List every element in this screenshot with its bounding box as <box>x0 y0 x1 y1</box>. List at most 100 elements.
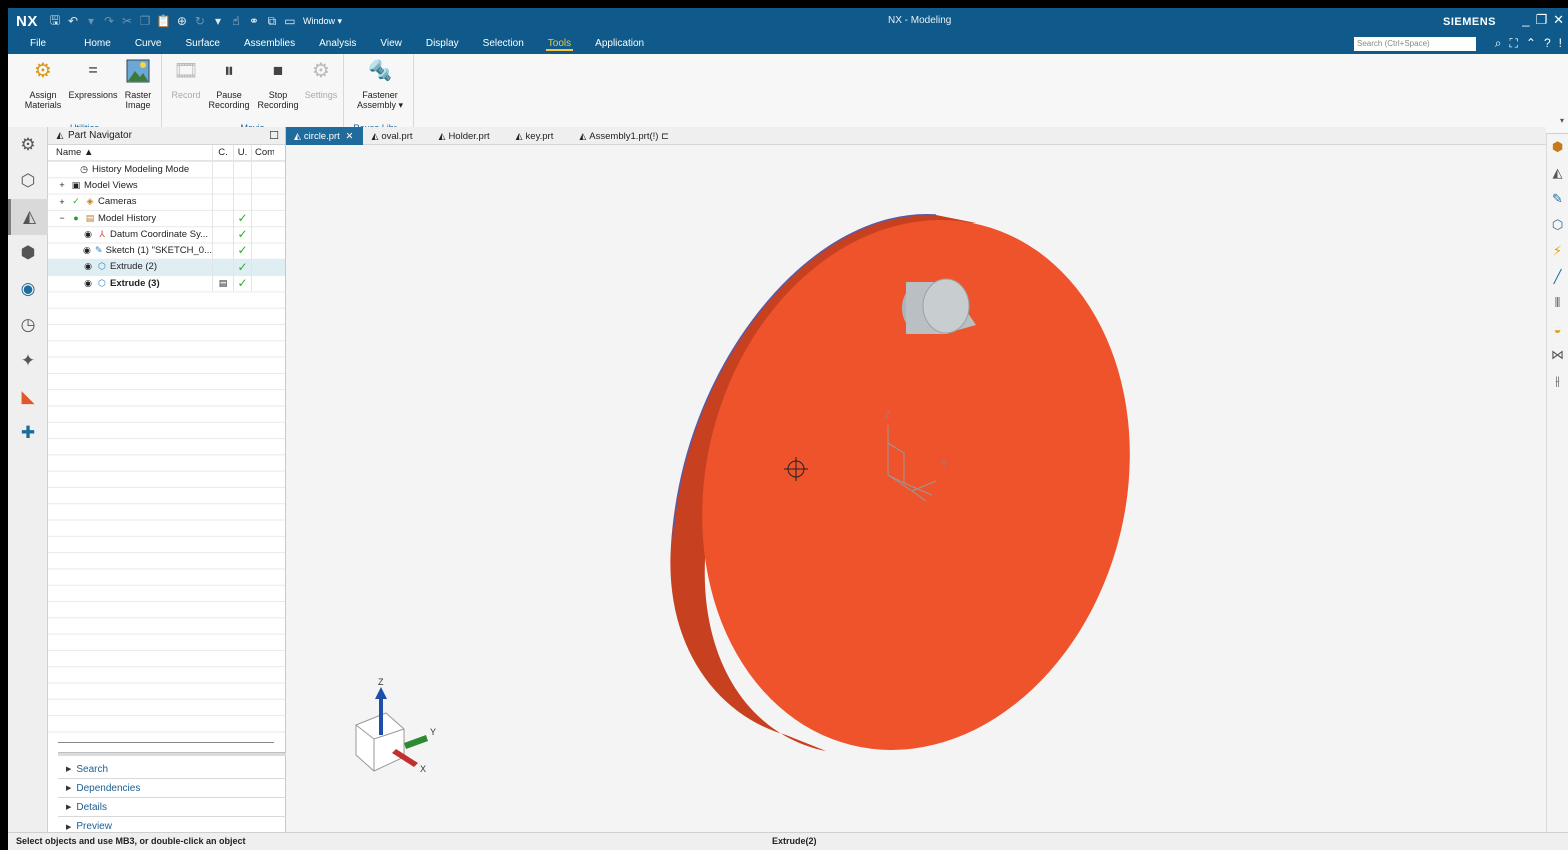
reuse-library-icon[interactable]: ⬢ <box>8 235 48 271</box>
sketch-icon[interactable]: ✎ <box>1547 186 1568 212</box>
expand-icon[interactable]: + <box>56 180 68 190</box>
link-icon[interactable]: ⚭ <box>247 14 261 28</box>
command-search-input[interactable]: Search (Ctrl+Space) <box>1354 37 1476 51</box>
close-icon[interactable]: ✕ <box>1553 12 1564 28</box>
mirror-icon[interactable]: ⫴ <box>1547 290 1568 316</box>
menu-selection[interactable]: Selection <box>471 34 536 54</box>
touch-mode-icon[interactable]: ☝ <box>229 14 243 28</box>
part-navigator-icon[interactable]: ◭ <box>8 199 48 235</box>
ribbon-options-icon[interactable]: ▾ <box>1560 116 1564 125</box>
menu-surface[interactable]: Surface <box>174 34 232 54</box>
process-studio-icon[interactable]: ✦ <box>8 343 48 379</box>
menu-tools[interactable]: Tools <box>536 34 583 54</box>
menu-curve[interactable]: Curve <box>123 34 174 54</box>
sync-icon[interactable]: ⚡ <box>1547 238 1568 264</box>
menu-file[interactable]: File <box>8 34 72 54</box>
switch-window-icon[interactable]: ⧉ <box>265 14 279 29</box>
menu-home[interactable]: Home <box>72 34 123 54</box>
extrude-icon[interactable]: ⬡ <box>1547 212 1568 238</box>
menu-application[interactable]: Application <box>583 34 656 54</box>
section-details[interactable]: ▶ Details <box>58 798 286 817</box>
expand-icon[interactable]: + <box>56 197 68 207</box>
menu-view[interactable]: View <box>368 34 414 54</box>
minimize-icon[interactable]: _ <box>1522 12 1529 28</box>
tree-row-sketch[interactable]: ◉ ✎ Sketch (1) "SKETCH_0... ✓ <box>48 242 285 259</box>
tab-circle-prt[interactable]: ◭ circle.prt ✕ <box>286 126 364 145</box>
raster-image-button[interactable]: Raster Image <box>120 58 156 110</box>
tree-row-datum-csys[interactable]: ◉ ⅄ Datum Coordinate Sy... ✓ <box>48 226 285 243</box>
column-comment[interactable]: Com <box>252 145 274 160</box>
visibility-eye-icon[interactable]: ◉ <box>82 278 94 289</box>
split-icon[interactable]: ⫲ <box>1547 368 1568 394</box>
section-dependencies[interactable]: ▶ Dependencies <box>58 779 286 798</box>
material-icon[interactable]: ◒ <box>1547 316 1568 342</box>
collapse-icon[interactable]: − <box>56 213 68 223</box>
triad-y-label: Y <box>430 727 436 737</box>
tab-assembly1-prt[interactable]: ◭ Assembly1.prt(!) ⊏ <box>571 127 679 145</box>
tab-key-prt[interactable]: ◭ key.prt <box>508 127 564 145</box>
tree-row-model-views[interactable]: + ▣ Model Views <box>48 177 285 194</box>
restore-icon[interactable]: ❐ <box>1535 12 1547 28</box>
assembly-navigator-icon[interactable]: ⬡ <box>8 163 48 199</box>
menu-assemblies[interactable]: Assemblies <box>232 34 307 54</box>
search-icon[interactable]: ⌕ <box>1495 36 1502 51</box>
line-icon[interactable]: ╱ <box>1547 264 1568 290</box>
maximize-panel-icon[interactable]: ☐ <box>269 129 279 142</box>
stop-recording-button[interactable]: ⏹ Stop Recording <box>256 58 300 110</box>
dropdown-icon[interactable]: ▾ <box>211 14 225 28</box>
undo-icon[interactable]: ↶ <box>66 14 80 28</box>
assign-materials-button[interactable]: ⚙ Assign Materials <box>22 58 64 110</box>
close-tab-icon[interactable]: ✕ <box>345 131 353 142</box>
column-uptodate[interactable]: U. <box>234 145 252 160</box>
tree-row-extrude-2[interactable]: ◉ ⬡ Extrude (2) ✓ <box>48 258 285 276</box>
window-menu[interactable]: Window ▾ <box>303 16 342 27</box>
settings-gear-icon[interactable]: ⚙ <box>8 127 48 163</box>
tab-menu-icon[interactable]: ⊏ <box>661 131 669 142</box>
pause-recording-button[interactable]: ⏸ Pause Recording <box>206 58 252 110</box>
fastener-assembly-button[interactable]: 🔩 Fastener Assembly ▾ <box>352 58 408 110</box>
visibility-eye-icon[interactable]: ◉ <box>82 261 94 272</box>
help-icon[interactable]: ? <box>1544 36 1551 51</box>
graphics-window[interactable]: Z Y Z Y X <box>286 145 1546 832</box>
settings-button[interactable]: ⚙ Settings <box>302 58 340 100</box>
history-icon[interactable]: ◷ <box>8 307 48 343</box>
web-browser-icon[interactable]: ◉ <box>8 271 48 307</box>
save-icon[interactable]: 🖫 <box>48 11 62 32</box>
navigator-scrollbar[interactable] <box>58 742 274 743</box>
tree-row-extrude-3[interactable]: ◉ ⬡ Extrude (3) ▤ ✓ <box>48 275 285 292</box>
column-name[interactable]: Name ▲ <box>48 145 213 160</box>
analysis-icon[interactable]: ◣ <box>8 379 48 415</box>
assembly-add-icon[interactable]: ⬢ <box>1547 134 1568 160</box>
visibility-eye-icon[interactable]: ◉ <box>82 245 92 256</box>
fullscreen-icon[interactable]: ⛶ <box>1510 36 1518 51</box>
record-label: Record <box>171 90 201 100</box>
copy-icon[interactable]: ❐ <box>138 14 152 28</box>
tree-row-model-history[interactable]: − ● ▤ Model History ✓ <box>48 209 285 227</box>
paste-icon[interactable]: 📋 <box>156 14 171 28</box>
visibility-eye-icon[interactable]: ◉ <box>82 229 94 240</box>
tab-oval-prt[interactable]: ◭ oval.prt <box>363 127 422 145</box>
navigator-splitter[interactable] <box>58 752 286 756</box>
undo-dropdown-icon[interactable]: ▾ <box>84 14 98 28</box>
tree-row-history-mode[interactable]: ◷ History Modeling Mode <box>48 161 285 178</box>
record-button[interactable]: 🎞 Record <box>166 58 206 100</box>
expressions-button[interactable]: = Expressions <box>66 58 120 101</box>
window-icon[interactable]: ▭ <box>283 14 297 28</box>
column-current[interactable]: C. <box>213 145 234 160</box>
repeat-icon[interactable]: ↻ <box>193 14 207 28</box>
alert-icon[interactable]: ! <box>1559 36 1562 51</box>
uptodate-check-icon: ✓ <box>234 242 252 259</box>
menu-analysis[interactable]: Analysis <box>307 34 368 54</box>
tab-holder-prt[interactable]: ◭ Holder.prt <box>431 127 500 145</box>
snap-icon[interactable]: ⊕ <box>175 14 189 28</box>
section-search[interactable]: ▶ Search <box>58 760 286 779</box>
collapse-ribbon-icon[interactable]: ⌃ <box>1526 36 1536 51</box>
part-icon[interactable]: ◭ <box>1547 160 1568 186</box>
tree-row-cameras[interactable]: + ✓ ◈ Cameras <box>48 193 285 210</box>
cut-icon[interactable]: ✂ <box>120 14 134 28</box>
roles-icon[interactable]: ✚ <box>8 415 48 451</box>
redo-icon[interactable]: ↷ <box>102 14 116 28</box>
bowtie-icon[interactable]: ⋈ <box>1547 342 1568 368</box>
model-view[interactable]: Z Y Z Y X <box>286 145 1546 832</box>
menu-display[interactable]: Display <box>414 34 471 54</box>
